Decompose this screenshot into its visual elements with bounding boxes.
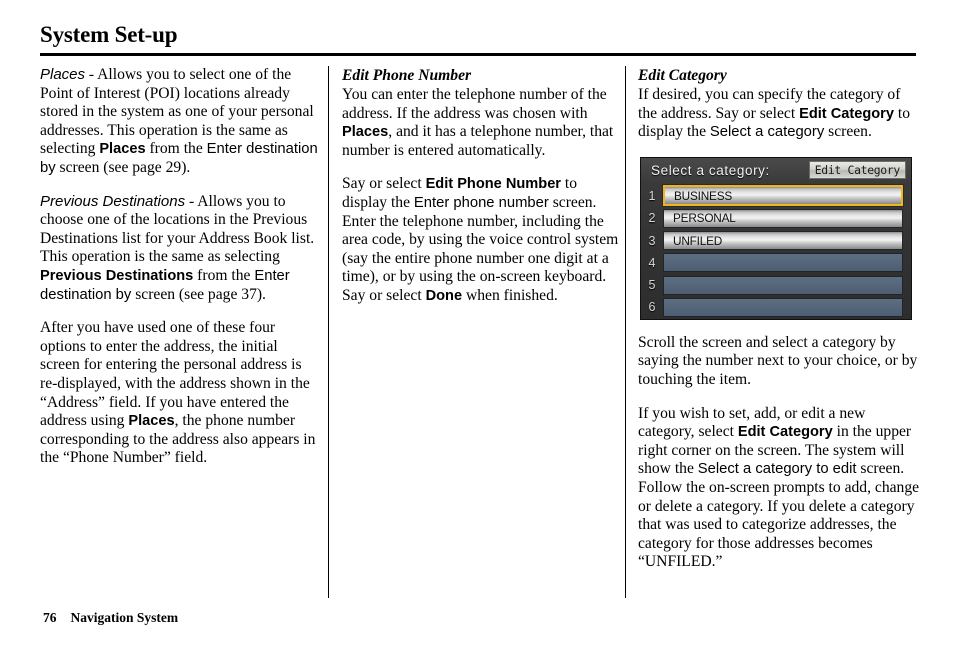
text: screen (see page 29). [55,158,191,176]
footer-page-number: 76 [43,610,57,625]
category-label: UNFILED [673,233,723,248]
paragraph-address-recap: After you have used one of these four op… [40,319,318,468]
category-row[interactable]: 3 UNFILED [641,229,911,251]
category-label: PERSONAL [673,211,736,226]
section-heading-edit-category: Edit Category [638,67,727,84]
command-previous-destinations: Previous Destinations [40,267,194,284]
paragraph-edit-category-instructions: If you wish to set, add, or edit a new c… [638,405,920,572]
category-button-personal[interactable]: PERSONAL [663,208,903,228]
text: when finished. [462,286,558,304]
section-heading-edit-phone-number: Edit Phone Number [342,67,472,84]
text: You can enter the telephone number of th… [342,86,607,122]
category-list: 1 BUSINESS 2 PERSONAL 3 UNFILED 4 5 6 [641,185,911,319]
command-done: Done [425,287,463,304]
row-number: 4 [648,255,656,270]
nav-screen-illustration: Select a category: Edit Category 1 BUSIN… [640,156,912,320]
dash: - [185,192,198,210]
term-places: Places [40,66,86,83]
screen-name-enter-phone-number: Enter phone number [413,194,549,211]
column-3: Edit Category If desired, you can specif… [638,66,920,572]
paragraph-phone-auto-entry: You can enter the telephone number of th… [342,86,620,160]
content-columns: Places - Allows you to select one of the… [40,66,919,600]
command-places: Places [128,413,175,430]
category-row[interactable]: 1 BUSINESS [641,185,911,207]
nav-screen-topbar: Select a category: Edit Category [641,158,911,185]
command-edit-phone-number: Edit Phone Number [425,176,561,193]
category-button-business[interactable]: BUSINESS [663,185,903,207]
category-row[interactable]: 6 [641,296,911,318]
column-2: Edit Phone Number You can enter the tele… [342,66,620,306]
paragraph-specify-category: If desired, you can specify the category… [638,86,920,142]
command-edit-category: Edit Category [737,424,833,441]
category-button-unfiled[interactable]: UNFILED [663,231,903,251]
edit-category-button[interactable]: Edit Category [808,160,906,179]
nav-screen-title: Select a category: [651,162,770,178]
row-number: 3 [648,233,656,248]
page-header: System Set-up [40,22,916,56]
row-number: 2 [648,211,656,226]
paragraph-phone-entry-steps: Say or select Edit Phone Number to displ… [342,175,620,305]
paragraph-scroll-instructions: Scroll the screen and select a category … [638,334,920,390]
row-number: 5 [648,278,656,293]
page-footer: 76 Navigation System [43,610,178,626]
text: screen (see page 37). [131,285,266,303]
term-previous-destinations: Previous Destinations [40,192,186,210]
category-row[interactable]: 4 [641,252,911,274]
row-number: 1 [648,188,656,203]
page-title: System Set-up [40,22,178,47]
category-row[interactable]: 2 PERSONAL [641,207,911,229]
text: from the [193,266,255,284]
command-places: Places [99,141,146,158]
text: from the [145,140,207,158]
text: screen. [824,123,872,141]
column-1: Places - Allows you to select one of the… [40,66,318,468]
manual-page: System Set-up Places - Allows you to sel… [0,0,954,652]
paragraph-previous-destinations: Previous Destinations - Allows you to ch… [40,193,318,305]
dash: - [85,66,98,83]
command-edit-category: Edit Category [799,105,894,122]
column-divider-1 [328,66,329,598]
command-places: Places [342,124,389,141]
text: Scroll the screen and select a category … [638,333,918,388]
category-button-empty-4[interactable] [663,253,903,273]
text: Say or select [342,175,426,193]
category-row[interactable]: 5 [641,274,911,296]
category-button-empty-5[interactable] [663,275,903,295]
row-number: 6 [648,300,656,315]
screen-name-select-a-category: Select a category [709,124,825,141]
category-button-empty-6[interactable] [663,297,903,317]
paragraph-places: Places - Allows you to select one of the… [40,66,318,178]
category-label: BUSINESS [674,188,733,203]
footer-book-title: Navigation System [70,610,179,625]
header-rule [40,53,916,56]
column-divider-2 [625,66,626,598]
screen-name-select-a-category-to-edit: Select a category to edit [697,461,857,478]
